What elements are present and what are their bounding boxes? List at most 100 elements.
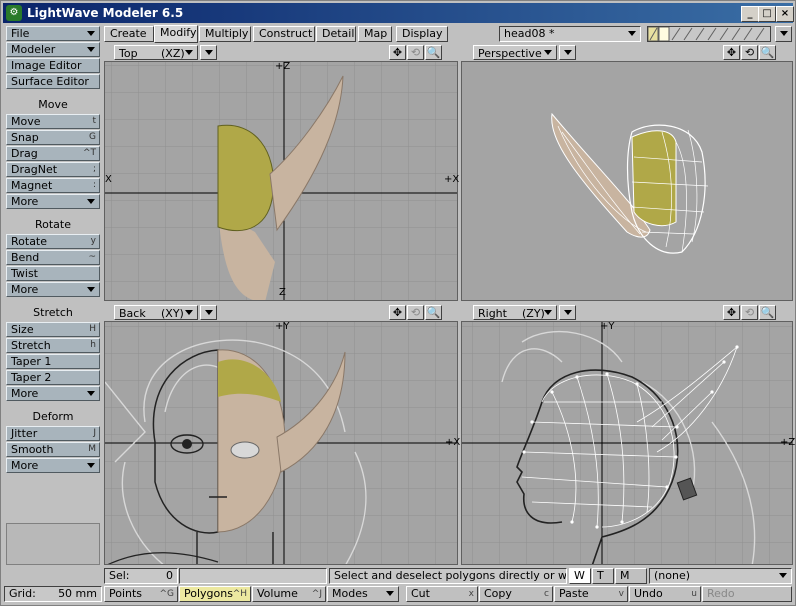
- rotate-view-icon[interactable]: ⟲: [407, 305, 424, 320]
- tool-smooth-button[interactable]: Smooth M: [6, 442, 100, 457]
- deform-more-button[interactable]: More: [6, 458, 100, 473]
- points-mode-button[interactable]: Points ^G: [104, 586, 178, 602]
- app-window: ⚙ LightWave Modeler 6.5 _ □ × File Model…: [0, 0, 796, 606]
- move-view-icon[interactable]: ✥: [723, 45, 740, 60]
- top-view-model: [105, 62, 457, 300]
- zoom-view-icon[interactable]: 🔍: [425, 45, 442, 60]
- layer-buttons[interactable]: [647, 26, 771, 42]
- viewport-back-canvas[interactable]: [104, 321, 458, 565]
- tool-taper2-button[interactable]: Taper 2: [6, 370, 100, 385]
- rotate-view-icon[interactable]: ⟲: [741, 305, 758, 320]
- tab-detail[interactable]: Detail: [316, 26, 356, 42]
- tool-stretch-button[interactable]: Stretch h: [6, 338, 100, 353]
- viewport-back-view-select[interactable]: Back (XY): [114, 305, 198, 320]
- chevron-down-icon: [628, 31, 636, 36]
- tool-twist-button[interactable]: Twist: [6, 266, 100, 281]
- paste-button[interactable]: Paste v: [554, 586, 628, 602]
- image-editor-button[interactable]: Image Editor: [6, 58, 100, 73]
- tab-map[interactable]: Map: [358, 26, 392, 42]
- tool-move-button[interactable]: Move t: [6, 114, 100, 129]
- minimize-button[interactable]: _: [741, 6, 759, 22]
- move-view-icon[interactable]: ✥: [389, 305, 406, 320]
- move-view-icon[interactable]: ✥: [723, 305, 740, 320]
- axis-label-right-plusy: +Y: [600, 321, 615, 332]
- viewport-perspective-render-menu[interactable]: [559, 45, 576, 60]
- tab-construct[interactable]: Construct: [253, 26, 315, 42]
- axis-label-back-plusx: +X: [445, 437, 461, 448]
- rotate-view-icon[interactable]: ⟲: [407, 45, 424, 60]
- zoom-view-icon[interactable]: 🔍: [425, 305, 442, 320]
- axis-label-top-z: Z: [279, 287, 286, 298]
- chevron-down-icon: [544, 310, 552, 315]
- group-header-deform: Deform: [6, 408, 100, 426]
- viewport-back-render-menu[interactable]: [200, 305, 217, 320]
- numeric-info-field: [179, 568, 327, 584]
- zoom-view-icon[interactable]: 🔍: [759, 45, 776, 60]
- tool-taper1-button[interactable]: Taper 1: [6, 354, 100, 369]
- modes-dropdown[interactable]: Modes: [327, 586, 399, 602]
- help-message: Select and deselect polygons directly or…: [329, 568, 567, 584]
- tab-display[interactable]: Display: [396, 26, 448, 42]
- tool-drag-button[interactable]: Drag ^T: [6, 146, 100, 161]
- redo-button[interactable]: Redo: [702, 586, 792, 602]
- file-menu-button[interactable]: File: [6, 26, 100, 41]
- viewport-top-render-menu[interactable]: [200, 45, 217, 60]
- axis-label-back-plusy: +Y: [275, 321, 290, 332]
- volume-mode-button[interactable]: Volume ^J: [252, 586, 326, 602]
- layer-slots-icon: [647, 26, 765, 42]
- tab-multiply[interactable]: Multiply: [199, 26, 251, 42]
- tool-size-button[interactable]: Size H: [6, 322, 100, 337]
- modeler-menu-button[interactable]: Modeler: [6, 42, 100, 57]
- surface-select-dropdown[interactable]: (none): [649, 568, 792, 584]
- back-view-model: [105, 322, 457, 564]
- title-bar[interactable]: ⚙ LightWave Modeler 6.5 _ □ ×: [3, 3, 794, 23]
- axis-label-top-plusz: +Z: [275, 61, 291, 72]
- viewport-right-header: Right (ZY) ✥ ⟲ 🔍: [461, 304, 793, 321]
- tool-bend-button[interactable]: Bend ~: [6, 250, 100, 265]
- chevron-down-icon: [87, 287, 95, 292]
- rotate-view-icon[interactable]: ⟲: [741, 45, 758, 60]
- texture-toggle[interactable]: T: [592, 568, 614, 584]
- viewport-right-render-menu[interactable]: [559, 305, 576, 320]
- viewport-back-header: Back (XY) ✥ ⟲ 🔍: [104, 304, 458, 321]
- tool-rotate-button[interactable]: Rotate y: [6, 234, 100, 249]
- viewport-top-view-select[interactable]: Top (XZ): [114, 45, 198, 60]
- lightwave-logo-icon: ⚙: [6, 5, 22, 21]
- polygons-mode-button[interactable]: Polygons ^H: [179, 586, 251, 602]
- move-view-icon[interactable]: ✥: [389, 45, 406, 60]
- viewport-top-canvas[interactable]: [104, 61, 458, 301]
- close-button[interactable]: ×: [776, 6, 794, 22]
- viewport-perspective-view-select[interactable]: Perspective: [473, 45, 557, 60]
- undo-button[interactable]: Undo u: [629, 586, 701, 602]
- tab-create[interactable]: Create: [104, 26, 154, 42]
- chevron-down-icon: [87, 31, 95, 36]
- axis-label-top-plusx: +X: [444, 174, 460, 185]
- copy-button[interactable]: Copy c: [479, 586, 553, 602]
- stretch-more-button[interactable]: More: [6, 386, 100, 401]
- perspective-view-model: [551, 112, 709, 254]
- viewport-perspective-canvas[interactable]: [461, 61, 793, 301]
- axis-label-right-plusz: +Z: [780, 437, 796, 448]
- viewport-right-canvas[interactable]: [461, 321, 793, 565]
- rotate-more-button[interactable]: More: [6, 282, 100, 297]
- tool-jitter-button[interactable]: Jitter J: [6, 426, 100, 441]
- cut-button[interactable]: Cut x: [406, 586, 478, 602]
- viewport-right-view-select[interactable]: Right (ZY): [473, 305, 557, 320]
- chevron-down-icon: [564, 310, 572, 315]
- object-select-dropdown[interactable]: head08 *: [499, 26, 641, 42]
- tab-modify[interactable]: Modify: [154, 25, 198, 43]
- sidebar-empty-panel: [6, 523, 100, 565]
- tool-magnet-button[interactable]: Magnet:: [6, 178, 100, 193]
- chevron-down-icon: [185, 310, 193, 315]
- layer-menu-button[interactable]: [775, 26, 792, 42]
- chevron-down-icon: [185, 50, 193, 55]
- morph-toggle[interactable]: M: [615, 568, 647, 584]
- chevron-down-icon: [87, 463, 95, 468]
- wireframe-toggle[interactable]: W: [569, 568, 591, 584]
- surface-editor-button[interactable]: Surface Editor: [6, 74, 100, 89]
- tool-dragnet-button[interactable]: DragNet;: [6, 162, 100, 177]
- tool-snap-button[interactable]: Snap G: [6, 130, 100, 145]
- maximize-button[interactable]: □: [758, 6, 776, 22]
- move-more-button[interactable]: More: [6, 194, 100, 209]
- zoom-view-icon[interactable]: 🔍: [759, 305, 776, 320]
